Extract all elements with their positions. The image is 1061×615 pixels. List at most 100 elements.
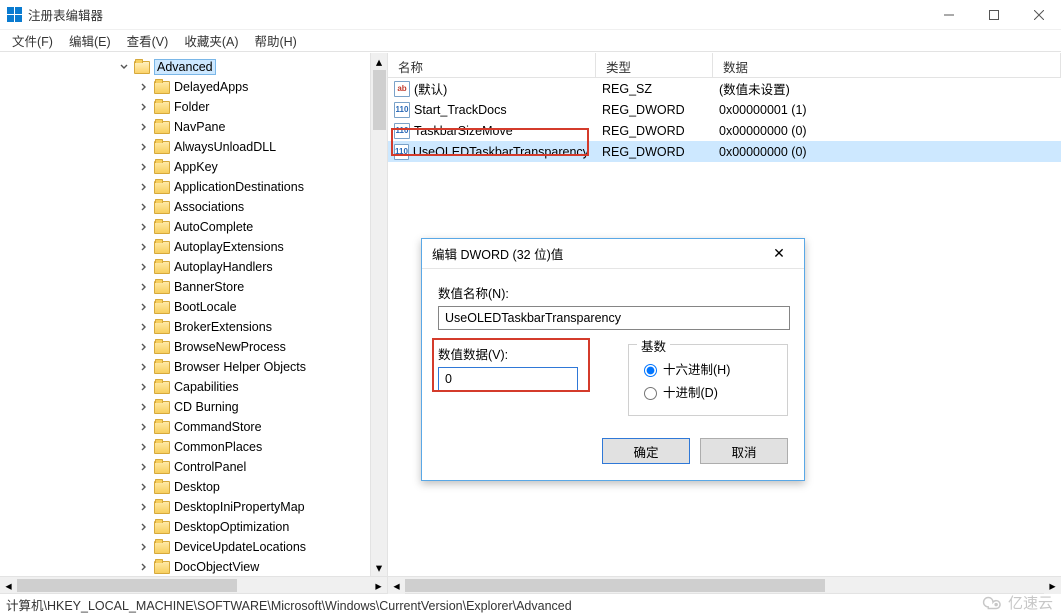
- expand-icon[interactable]: [138, 141, 150, 153]
- menu-file[interactable]: 文件(F): [4, 29, 61, 52]
- list-hscrollbar[interactable]: ◂ ▸: [388, 576, 1061, 593]
- tree-node[interactable]: AppKey: [0, 157, 387, 177]
- tree-vscrollbar[interactable]: ▴ ▾: [370, 53, 387, 576]
- tree-node[interactable]: BannerStore: [0, 277, 387, 297]
- expand-icon[interactable]: [138, 441, 150, 453]
- expand-icon[interactable]: [138, 221, 150, 233]
- tree-node[interactable]: DelayedApps: [0, 77, 387, 97]
- tree-node[interactable]: CommonPlaces: [0, 437, 387, 457]
- value-icon: 110: [394, 123, 410, 139]
- expand-icon[interactable]: [138, 161, 150, 173]
- expand-icon[interactable]: [138, 101, 150, 113]
- expand-icon[interactable]: [138, 241, 150, 253]
- menu-view[interactable]: 查看(V): [119, 29, 177, 52]
- scroll-up-icon[interactable]: ▴: [371, 53, 387, 70]
- tree-node[interactable]: Associations: [0, 197, 387, 217]
- tree-hscroll-thumb[interactable]: [17, 579, 237, 592]
- tree-node[interactable]: ApplicationDestinations: [0, 177, 387, 197]
- expand-icon[interactable]: [138, 341, 150, 353]
- expand-icon[interactable]: [138, 181, 150, 193]
- tree-node[interactable]: Desktop: [0, 477, 387, 497]
- expand-icon[interactable]: [138, 501, 150, 513]
- expand-icon[interactable]: [138, 301, 150, 313]
- scroll-left-icon[interactable]: ◂: [388, 577, 405, 594]
- tree-node[interactable]: AutoComplete: [0, 217, 387, 237]
- minimize-button[interactable]: [926, 0, 971, 30]
- tree-node[interactable]: DesktopIniPropertyMap: [0, 497, 387, 517]
- tree-node[interactable]: BrowseNewProcess: [0, 337, 387, 357]
- expand-icon[interactable]: [138, 401, 150, 413]
- expand-icon[interactable]: [138, 201, 150, 213]
- list-row[interactable]: ab(默认)REG_SZ(数值未设置): [388, 78, 1061, 99]
- expand-icon[interactable]: [138, 261, 150, 273]
- list-hscroll-thumb[interactable]: [405, 579, 825, 592]
- radio-dec[interactable]: 十进制(D): [639, 382, 777, 401]
- tree-node-label: AppKey: [174, 160, 218, 174]
- scroll-right-icon[interactable]: ▸: [370, 577, 387, 593]
- tree-node-label: DocObjectView: [174, 560, 259, 574]
- tree-hscrollbar[interactable]: ◂ ▸: [0, 576, 387, 593]
- tree-scroll-thumb[interactable]: [373, 70, 386, 130]
- tree-node[interactable]: AlwaysUnloadDLL: [0, 137, 387, 157]
- list-row[interactable]: 110Start_TrackDocsREG_DWORD0x00000001 (1…: [388, 99, 1061, 120]
- expand-icon[interactable]: [138, 81, 150, 93]
- menu-help[interactable]: 帮助(H): [246, 29, 304, 52]
- expand-icon[interactable]: [138, 561, 150, 573]
- tree-node[interactable]: CD Burning: [0, 397, 387, 417]
- tree-node-label: AlwaysUnloadDLL: [174, 140, 276, 154]
- scroll-right-icon[interactable]: ▸: [1044, 577, 1061, 594]
- radio-hex[interactable]: 十六进制(H): [639, 359, 777, 378]
- tree-node-label: DesktopOptimization: [174, 520, 289, 534]
- dialog-titlebar[interactable]: 编辑 DWORD (32 位)值 ✕: [422, 239, 804, 269]
- tree-node[interactable]: NavPane: [0, 117, 387, 137]
- expand-icon[interactable]: [138, 481, 150, 493]
- value-name-input[interactable]: [438, 306, 790, 330]
- ok-button[interactable]: 确定: [602, 438, 690, 464]
- tree-node-label: CD Burning: [174, 400, 239, 414]
- tree-node[interactable]: Browser Helper Objects: [0, 357, 387, 377]
- scroll-down-icon[interactable]: ▾: [371, 559, 387, 576]
- menu-favorites[interactable]: 收藏夹(A): [176, 29, 246, 52]
- tree-node[interactable]: DocObjectView: [0, 557, 387, 577]
- expand-icon[interactable]: [138, 381, 150, 393]
- column-name[interactable]: 名称: [388, 53, 596, 77]
- base-group: 基数 十六进制(H) 十进制(D): [628, 344, 788, 416]
- tree-node-label: AutoComplete: [174, 220, 253, 234]
- expand-icon[interactable]: [138, 321, 150, 333]
- radio-hex-input[interactable]: [644, 364, 657, 377]
- tree-node[interactable]: CommandStore: [0, 417, 387, 437]
- value-data-input[interactable]: [438, 367, 578, 391]
- expand-icon[interactable]: [138, 461, 150, 473]
- expand-icon[interactable]: [138, 361, 150, 373]
- column-data[interactable]: 数据: [713, 53, 1061, 77]
- column-type[interactable]: 类型: [596, 53, 713, 77]
- radio-dec-input[interactable]: [644, 387, 657, 400]
- tree-node[interactable]: ControlPanel: [0, 457, 387, 477]
- expand-icon[interactable]: [138, 421, 150, 433]
- tree-node-label: BootLocale: [174, 300, 237, 314]
- tree-node[interactable]: BrokerExtensions: [0, 317, 387, 337]
- cancel-button[interactable]: 取消: [700, 438, 788, 464]
- expand-icon[interactable]: [138, 121, 150, 133]
- tree-node[interactable]: AutoplayHandlers: [0, 257, 387, 277]
- list-row[interactable]: 110TaskbarSizeMoveREG_DWORD0x00000000 (0…: [388, 120, 1061, 141]
- scroll-left-icon[interactable]: ◂: [0, 577, 17, 593]
- close-button[interactable]: [1016, 0, 1061, 30]
- dialog-close-button[interactable]: ✕: [764, 245, 794, 262]
- expand-icon[interactable]: [138, 541, 150, 553]
- tree-node[interactable]: Capabilities: [0, 377, 387, 397]
- collapse-icon[interactable]: [118, 61, 130, 73]
- folder-icon: [154, 361, 170, 374]
- tree-node[interactable]: DesktopOptimization: [0, 517, 387, 537]
- maximize-button[interactable]: [971, 0, 1016, 30]
- tree-node[interactable]: BootLocale: [0, 297, 387, 317]
- tree-node[interactable]: Folder: [0, 97, 387, 117]
- menu-edit[interactable]: 编辑(E): [61, 29, 119, 52]
- tree-node-advanced[interactable]: Advanced: [0, 57, 387, 77]
- tree-node[interactable]: AutoplayExtensions: [0, 237, 387, 257]
- tree-node[interactable]: DeviceUpdateLocations: [0, 537, 387, 557]
- expand-icon[interactable]: [138, 281, 150, 293]
- folder-icon: [154, 241, 170, 254]
- expand-icon[interactable]: [138, 521, 150, 533]
- list-row[interactable]: 110UseOLEDTaskbarTransparencyREG_DWORD0x…: [388, 141, 1061, 162]
